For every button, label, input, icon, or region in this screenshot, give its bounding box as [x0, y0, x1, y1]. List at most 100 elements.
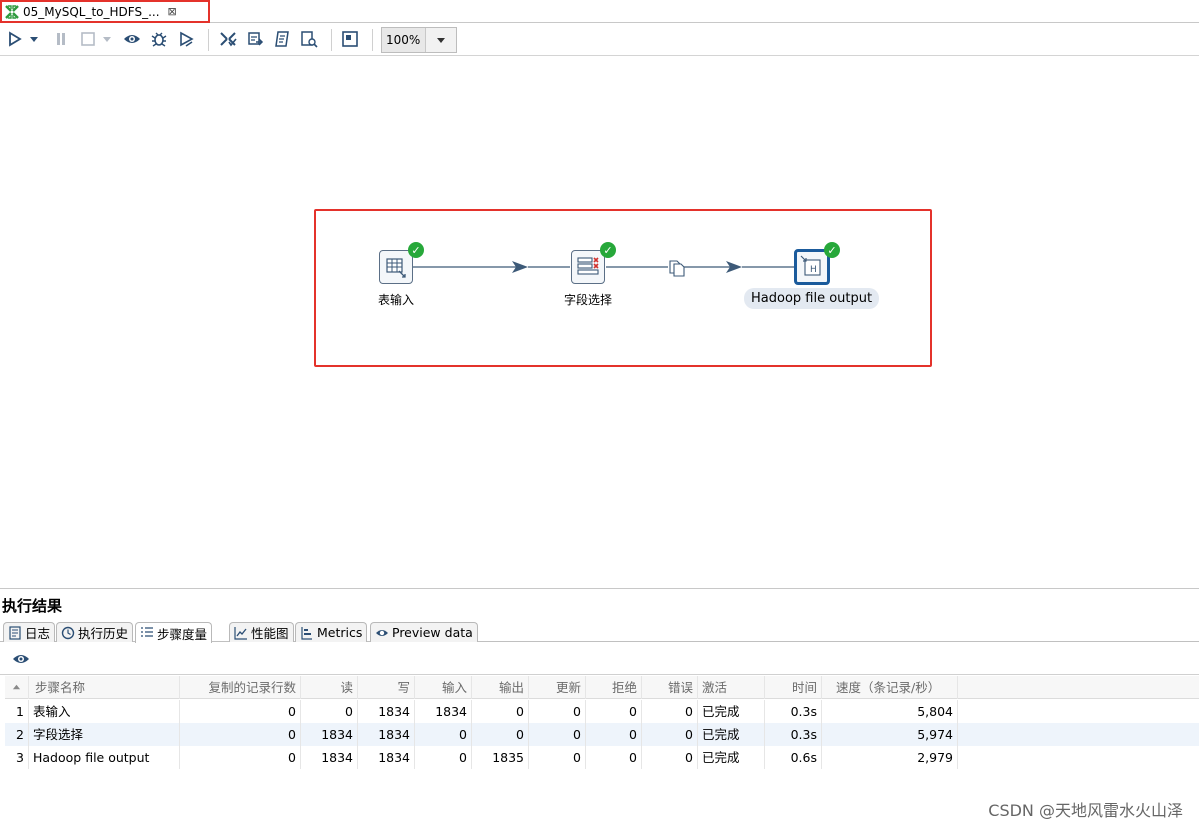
tab-label: 性能图	[251, 626, 289, 641]
table-row[interactable]: 3 Hadoop file output 0 1834 1834 0 1835 …	[5, 746, 1199, 769]
debug-icon[interactable]	[149, 29, 169, 49]
cell-active: 已完成	[698, 746, 765, 769]
verify-icon[interactable]	[218, 29, 238, 49]
replay-icon[interactable]	[176, 29, 196, 49]
tab-title: 05_MySQL_to_HDFS_...	[23, 4, 160, 19]
metrics-toolbar	[0, 643, 1199, 675]
tab-preview-data[interactable]: Preview data	[370, 622, 478, 642]
editor-tab-bar: 05_MySQL_to_HDFS_... ⊠	[0, 0, 1199, 23]
tab-history[interactable]: 执行历史	[56, 622, 134, 642]
select-values-icon	[577, 257, 599, 275]
watermark: CSDN @天地风雷水火山泽	[988, 801, 1183, 820]
success-check-icon: ✓	[408, 242, 424, 258]
column-header[interactable]: 速度（条记录/秒）	[822, 676, 958, 699]
sort-indicator[interactable]	[5, 676, 29, 699]
transformation-canvas[interactable]: ✓ 表输入 ✓ 字段选择 H ✓ Hadoop file output	[0, 57, 1199, 587]
stop-icon[interactable]	[78, 29, 98, 49]
cell-written: 1834	[358, 723, 415, 746]
table-row[interactable]: 1 表输入 0 0 1834 1834 0 0 0 0 已完成 0.3s 5,8…	[5, 700, 1199, 723]
pause-icon[interactable]	[51, 29, 71, 49]
table-row[interactable]: 2 字段选择 0 1834 1834 0 0 0 0 0 已完成 0.3s 5,…	[5, 723, 1199, 746]
run-dropdown-icon[interactable]	[28, 29, 40, 49]
step-select-values[interactable]	[571, 250, 605, 284]
cell-updated: 0	[529, 700, 586, 723]
zoom-select[interactable]: 100%	[381, 27, 457, 53]
cell-step-name: 字段选择	[29, 723, 180, 746]
cell-written: 1834	[358, 746, 415, 769]
cell-step-name: 表输入	[29, 700, 180, 723]
row-number: 3	[5, 746, 29, 769]
cell-time: 0.3s	[765, 700, 822, 723]
transformation-icon	[4, 4, 20, 20]
preview-icon[interactable]	[122, 29, 142, 49]
column-header[interactable]: 输入	[415, 676, 472, 699]
cell-updated: 0	[529, 746, 586, 769]
cell-step-name: Hadoop file output	[29, 746, 180, 769]
tab-label: Preview data	[392, 625, 473, 640]
cell-errors: 0	[642, 723, 698, 746]
column-header[interactable]: 拒绝	[586, 676, 642, 699]
align-icon[interactable]	[340, 29, 360, 49]
hops-layer	[413, 260, 794, 277]
step-metrics-icon	[141, 627, 153, 637]
step-label: 字段选择	[563, 293, 612, 307]
panel-title: 执行结果	[2, 597, 63, 615]
column-header[interactable]: 步骤名称	[29, 676, 180, 699]
hadoop-output-icon: H	[800, 255, 821, 276]
cell-rejected: 0	[586, 746, 642, 769]
tab-performance-chart[interactable]: 性能图	[229, 622, 294, 642]
column-header[interactable]: 复制的记录行数	[180, 676, 301, 699]
success-check-icon: ✓	[600, 242, 616, 258]
tab-metrics[interactable]: Metrics	[295, 622, 368, 642]
column-header[interactable]: 写	[358, 676, 415, 699]
cell-rejected: 0	[586, 723, 642, 746]
run-icon[interactable]	[5, 29, 25, 49]
cell-written: 1834	[358, 700, 415, 723]
tab-step-metrics[interactable]: 步骤度量	[135, 622, 213, 643]
log-icon	[9, 625, 21, 640]
step-label: 表输入	[377, 293, 414, 307]
column-header[interactable]: 输出	[472, 676, 529, 699]
explore-db-icon[interactable]	[299, 29, 319, 49]
transformation-toolbar: 100%	[0, 24, 1199, 56]
cell-time: 0.6s	[765, 746, 822, 769]
hop-table-input-to-select-values[interactable]	[413, 261, 570, 273]
cell-active: 已完成	[698, 723, 765, 746]
cell-copied: 0	[180, 723, 301, 746]
history-icon	[61, 626, 75, 639]
table-header: 步骤名称 复制的记录行数 读 写 输入 输出 更新 拒绝 错误 激活 时间 速度…	[5, 676, 1199, 699]
cell-copied: 0	[180, 700, 301, 723]
svg-text:H: H	[810, 265, 817, 275]
cell-rejected: 0	[586, 700, 642, 723]
success-check-icon: ✓	[824, 242, 840, 258]
cell-speed: 2,979	[822, 746, 958, 769]
chevron-down-icon[interactable]	[426, 28, 456, 52]
show-only-active-icon[interactable]	[12, 652, 30, 666]
tab-label: 执行历史	[78, 626, 129, 641]
cell-active: 已完成	[698, 700, 765, 723]
close-icon[interactable]: ⊠	[168, 5, 177, 18]
results-tab-bar: 日志 执行历史 步骤度量 性能图 Metrics Preview data	[0, 620, 1199, 643]
column-header[interactable]: 读	[301, 676, 358, 699]
analyze-icon[interactable]	[245, 29, 265, 49]
cell-input: 0	[415, 723, 472, 746]
tab-label: 步骤度量	[157, 626, 208, 642]
zoom-value[interactable]: 100%	[382, 28, 426, 52]
step-table-input[interactable]	[379, 250, 413, 284]
cell-output: 0	[472, 700, 529, 723]
sql-icon[interactable]	[272, 29, 292, 49]
tab-label: Metrics	[317, 625, 363, 640]
row-number: 1	[5, 700, 29, 723]
cell-read: 1834	[301, 746, 358, 769]
stop-dropdown-icon[interactable]	[101, 29, 113, 49]
column-header[interactable]: 错误	[642, 676, 698, 699]
column-header[interactable]: 更新	[529, 676, 586, 699]
cell-speed: 5,804	[822, 700, 958, 723]
tab-log[interactable]: 日志	[3, 622, 56, 642]
step-label: Hadoop file output	[744, 288, 880, 309]
column-header[interactable]: 激活	[698, 676, 765, 699]
transformation-tab[interactable]: 05_MySQL_to_HDFS_... ⊠	[0, 0, 210, 23]
execution-results-panel: 执行结果 日志 执行历史 步骤度量 性能图 Metrics Preview da…	[0, 588, 1199, 825]
hop-select-values-to-hadoop-output[interactable]	[606, 261, 794, 273]
column-header[interactable]: 时间	[765, 676, 822, 699]
